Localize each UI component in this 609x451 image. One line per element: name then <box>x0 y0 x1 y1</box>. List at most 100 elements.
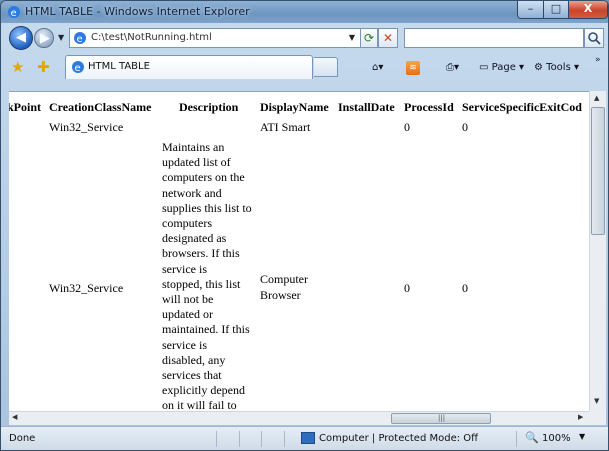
status-divider <box>284 431 285 447</box>
search-icon <box>588 32 601 45</box>
address-dropdown[interactable]: ▼ <box>344 28 360 48</box>
scroll-up-icon[interactable]: ▲ <box>594 94 599 102</box>
maximize-button[interactable]: □ <box>543 1 569 19</box>
scroll-down-icon[interactable]: ▼ <box>594 397 599 405</box>
description-line: explicitly depend <box>162 383 245 398</box>
column-header: CreationClassName <box>49 100 152 114</box>
refresh-button[interactable]: ⟳ <box>360 28 378 48</box>
stop-button[interactable]: ✕ <box>378 28 398 48</box>
forward-icon: ▶ <box>40 31 50 46</box>
vertical-scroll-thumb[interactable] <box>591 107 605 235</box>
address-url: C:\test\NotRunning.html <box>91 32 212 43</box>
stop-icon: ✕ <box>382 31 394 45</box>
column-header: Description <box>179 100 239 114</box>
description-line: network and <box>162 185 222 200</box>
status-divider <box>239 431 240 447</box>
status-bar: Done Computer | Protected Mode: Off 🔍 10… <box>1 426 608 450</box>
add-favorites-icon[interactable]: ✚ <box>37 59 53 75</box>
window-title: HTML TABLE - Windows Internet Explorer <box>25 5 250 18</box>
column-header: ProcessId <box>404 100 454 114</box>
search-button[interactable] <box>584 28 604 48</box>
horizontal-scrollbar[interactable]: ◀ ||| ▶ <box>9 411 589 425</box>
security-zone[interactable]: Computer | Protected Mode: Off <box>319 433 478 444</box>
print-icon[interactable]: ⎙▾ <box>446 60 462 76</box>
description-line: services that <box>162 368 222 383</box>
svg-text:e: e <box>11 8 17 19</box>
chevron-more-icon[interactable]: » <box>595 55 601 65</box>
horizontal-scroll-thumb[interactable]: ||| <box>391 413 491 424</box>
scroll-right-icon[interactable]: ▶ <box>578 413 583 421</box>
description-line: service is <box>162 337 207 352</box>
page-content: kPoint CreationClassName Description Dis… <box>9 91 589 411</box>
back-button[interactable]: ◀ <box>9 26 33 50</box>
table-cell: Browser <box>260 288 301 302</box>
address-bar[interactable]: e C:\test\NotRunning.html <box>69 28 361 48</box>
description-line: browsers. If this <box>162 246 240 261</box>
refresh-icon: ⟳ <box>363 31 375 45</box>
column-header: InstallDate <box>338 100 395 114</box>
new-tab-button[interactable] <box>314 57 338 77</box>
description-line: on it will fail to <box>162 398 237 411</box>
vertical-scrollbar[interactable]: ▲ ▼ <box>589 91 606 411</box>
description-line: disabled, any <box>162 352 226 367</box>
scroll-left-icon[interactable]: ◀ <box>12 413 17 421</box>
feeds-icon[interactable]: ≋ <box>406 61 420 75</box>
ie-window: e HTML TABLE - Windows Internet Explorer… <box>0 0 609 451</box>
description-line: supplies this list to <box>162 200 252 215</box>
table-cell: Win32_Service <box>49 281 124 295</box>
tab-html-table[interactable]: e HTML TABLE <box>65 55 313 79</box>
zoom-dropdown[interactable]: ▼ <box>579 432 585 441</box>
minimize-button[interactable]: – <box>517 1 544 19</box>
table-cell: 0 <box>462 120 468 134</box>
description-line: designated as <box>162 231 227 246</box>
description-line: updated or <box>162 307 213 322</box>
description-line: stopped, this list <box>162 276 241 291</box>
status-divider <box>216 431 217 447</box>
ie-icon: e <box>8 6 20 19</box>
table-cell: Win32_Service <box>49 120 124 134</box>
table-cell: 0 <box>404 120 410 134</box>
description-cell: Maintains an updated list of computers o… <box>162 140 260 411</box>
table-cell: 0 <box>404 281 410 295</box>
title-bar[interactable]: e HTML TABLE - Windows Internet Explorer… <box>1 1 608 23</box>
column-header: ServiceSpecificExitCod <box>462 100 582 114</box>
page-menu-label: Page <box>491 62 516 73</box>
status-divider <box>261 431 262 447</box>
description-line: updated list of <box>162 155 231 170</box>
grip-icon: ||| <box>438 414 446 422</box>
table-cell: ATI Smart <box>260 120 311 134</box>
search-input[interactable] <box>404 28 584 48</box>
recent-pages-dropdown[interactable]: ▼ <box>58 33 66 42</box>
description-line: service is <box>162 261 207 276</box>
ie-icon: e <box>72 61 84 74</box>
zoom-icon[interactable]: 🔍 <box>525 431 539 444</box>
description-line: will not be <box>162 292 214 307</box>
tools-menu[interactable]: ⚙ Tools ▾ <box>534 60 590 76</box>
description-line: maintained. If this <box>162 322 250 337</box>
forward-button[interactable]: ▶ <box>34 28 54 48</box>
status-divider <box>516 431 517 447</box>
home-icon[interactable]: ⌂▾ <box>372 60 388 76</box>
svg-text:e: e <box>75 63 81 74</box>
page-file-icon: e <box>74 32 86 45</box>
table-cell: 0 <box>462 281 468 295</box>
tools-menu-label: Tools <box>546 62 571 73</box>
tools-icon: ⚙ <box>534 62 543 73</box>
close-button[interactable]: X <box>568 1 608 19</box>
address-row: ◀ ▶ ▼ e C:\test\NotRunning.html ▼ ⟳ ✕ <box>1 23 608 53</box>
favorites-star-icon[interactable]: ★ <box>11 59 27 75</box>
table-cell: Computer <box>260 272 308 286</box>
zoom-level[interactable]: 100% <box>542 433 571 444</box>
column-header: kPoint <box>9 100 42 114</box>
description-line: computers on the <box>162 170 245 185</box>
status-text: Done <box>9 433 36 444</box>
computer-zone-icon <box>301 432 315 444</box>
page-icon: ▭ <box>479 62 489 73</box>
page-menu[interactable]: ▭ Page ▾ <box>479 60 529 76</box>
tab-row: ★ ✚ e HTML TABLE ⌂▾ ≋ ⎙▾ ▭ Page ▾ ⚙ Tool… <box>1 53 608 81</box>
back-icon: ◀ <box>16 30 26 45</box>
svg-text:e: e <box>77 34 83 45</box>
tab-label: HTML TABLE <box>88 61 150 72</box>
description-line: Maintains an <box>162 140 225 154</box>
column-header: DisplayName <box>260 100 329 114</box>
